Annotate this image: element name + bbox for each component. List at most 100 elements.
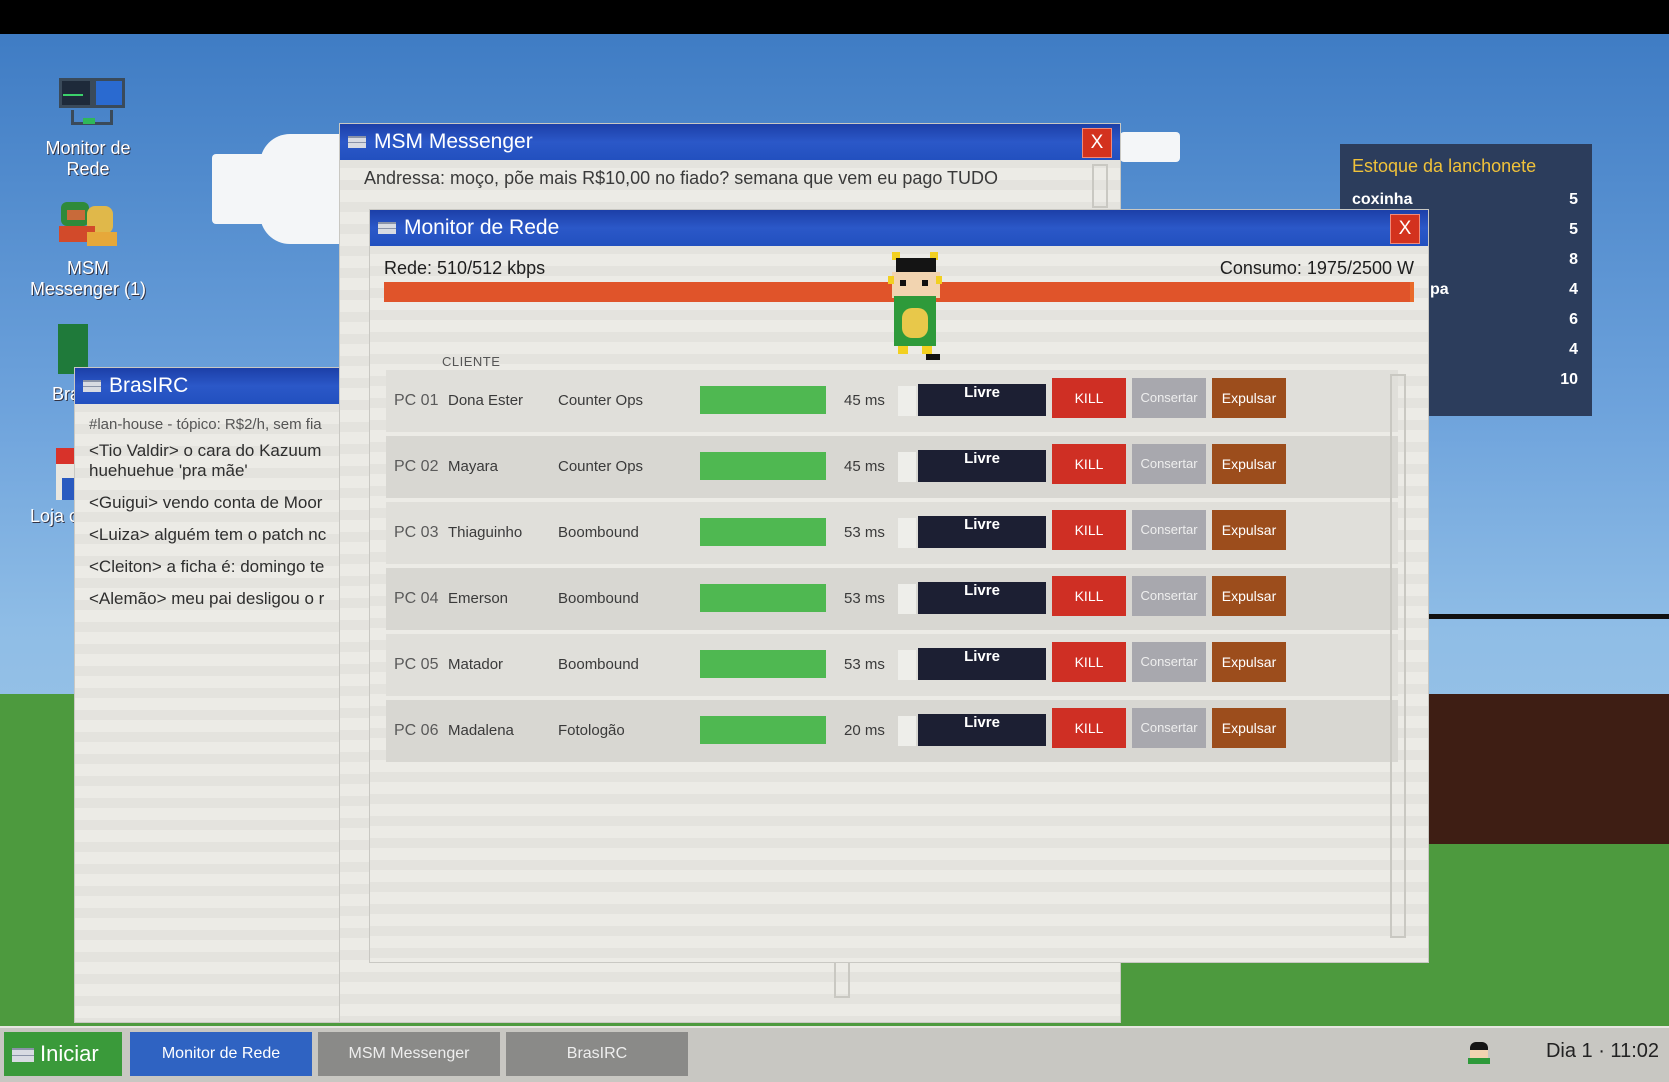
row-checkbox[interactable] [898,584,916,614]
monitor-scrollbar[interactable] [1390,374,1406,938]
status-button[interactable]: Livre [918,384,1046,416]
mascot-sprite [888,252,944,372]
dirt-hill [1420,694,1669,844]
network-monitor-icon [53,76,125,132]
taskbar-button-messenger[interactable]: MSM Messenger [318,1032,500,1076]
pc-row: PC 06 Madalena Fotologão 20 ms Livre KILL Cons… [386,700,1398,762]
ping-value: 53 ms [844,590,885,607]
repair-button[interactable]: Consertar [1132,510,1206,550]
taskbar: Iniciar Monitor de Rede MSM Messenger Br… [0,1026,1669,1082]
client-name: Thiaguinho [448,524,523,541]
kick-button[interactable]: Expulsar [1212,378,1286,418]
desktop-icon-irc[interactable]: Bra [0,322,88,405]
desktop-icon-label: Bra [52,384,81,404]
kill-button[interactable]: KILL [1052,708,1126,748]
desktop-icon-monitor[interactable]: Monitor de Rede [28,76,148,180]
messenger-titlebar[interactable]: MSM Messenger [340,124,1120,160]
kill-button[interactable]: KILL [1052,444,1126,484]
kill-button[interactable]: KILL [1052,510,1126,550]
network-usage-label: Rede: 510/512 kbps [384,258,546,278]
ping-value: 45 ms [844,458,885,475]
client-name: Madalena [448,722,514,739]
tray-mascot-icon[interactable] [1468,1042,1490,1064]
monitor-title: Monitor de Rede [404,216,560,239]
start-button[interactable]: Iniciar [4,1032,122,1076]
row-checkbox[interactable] [898,650,916,680]
game-name: Boombound [558,656,639,673]
ping-bar [700,716,826,744]
messenger-close-button[interactable]: X [1082,128,1112,158]
pc-list: PC 01 Dona Ester Counter Ops 45 ms Livre KILL… [386,370,1398,766]
kick-button[interactable]: Expulsar [1212,642,1286,682]
start-icon [12,1048,34,1062]
status-button[interactable]: Livre [918,582,1046,614]
kick-button[interactable]: Expulsar [1212,576,1286,616]
stock-item-qty: 5 [1569,191,1578,208]
ping-bar [700,518,826,546]
ping-bar [700,386,826,414]
pc-id: PC 01 [394,392,439,409]
desktop: Monitor de Rede MSM Messenger (1) Bra Lo… [0,34,1669,1026]
pc-row: PC 05 Matador Boombound 53 ms Livre KILL Conse… [386,634,1398,696]
messenger-scrollbar[interactable] [1092,164,1108,208]
ping-value: 53 ms [844,524,885,541]
kill-button[interactable]: KILL [1052,642,1126,682]
client-name: Emerson [448,590,509,607]
clock: Dia 1 · 11:02 [1545,1040,1659,1062]
repair-button[interactable]: Consertar [1132,708,1206,748]
pc-row: PC 01 Dona Ester Counter Ops 45 ms Livre KILL… [386,370,1398,432]
power-wire [1420,614,1669,619]
ping-value: 45 ms [844,392,885,409]
status-button[interactable]: Livre [918,648,1046,680]
row-checkbox[interactable] [898,716,916,746]
repair-button[interactable]: Consertar [1132,444,1206,484]
start-label: Iniciar [40,1041,99,1066]
row-checkbox[interactable] [898,386,916,416]
ping-bar [700,584,826,612]
client-name: Matador [448,656,504,673]
messenger-icon [53,196,123,252]
window-icon [348,136,366,148]
status-button[interactable]: Livre [918,714,1046,746]
ping-value: 53 ms [844,656,885,673]
client-name: Dona Ester [448,392,524,409]
taskbar-button-monitor[interactable]: Monitor de Rede [130,1032,312,1076]
top-letterbox [0,0,1669,34]
messenger-message: Andressa: moço, põe mais R$10,00 no fiad… [364,168,999,188]
cloud [1120,132,1180,162]
kill-button[interactable]: KILL [1052,378,1126,418]
game-name: Boombound [558,590,639,607]
desktop-icon-store[interactable]: Loja c [0,444,86,527]
status-button[interactable]: Livre [918,450,1046,482]
kick-button[interactable]: Expulsar [1212,708,1286,748]
ping-bar [700,452,826,480]
kick-button[interactable]: Expulsar [1212,510,1286,550]
monitor-close-button[interactable]: X [1390,214,1420,244]
stock-item-qty: 5 [1569,221,1578,238]
kick-button[interactable]: Expulsar [1212,444,1286,484]
repair-button[interactable]: Consertar [1132,378,1206,418]
stock-title: Estoque da lanchonete [1352,156,1537,176]
desktop-icon-label: Loja c [30,506,79,526]
pc-id: PC 05 [394,656,439,673]
pc-id: PC 04 [394,590,439,607]
client-name: Mayara [448,458,499,475]
power-usage-label: Consumo: 1975/2500 W [1219,258,1414,278]
repair-button[interactable]: Consertar [1132,642,1206,682]
pc-id: PC 03 [394,524,439,541]
pc-id: PC 06 [394,722,439,739]
kill-button[interactable]: KILL [1052,576,1126,616]
repair-button[interactable]: Consertar [1132,576,1206,616]
desktop-icon-label: MSM Messenger (1) [29,258,147,299]
status-button[interactable]: Livre [918,516,1046,548]
row-checkbox[interactable] [898,518,916,548]
ping-bar [700,650,826,678]
messenger-title: MSM Messenger [374,130,533,153]
monitor-titlebar[interactable]: Monitor de Rede [370,210,1428,246]
desktop-icon-messenger[interactable]: MSM Messenger (1) [28,196,148,300]
window-icon [378,222,396,234]
game-name: Counter Ops [558,458,644,475]
row-checkbox[interactable] [898,452,916,482]
ping-value: 20 ms [844,722,885,739]
taskbar-button-irc[interactable]: BrasIRC [506,1032,688,1076]
